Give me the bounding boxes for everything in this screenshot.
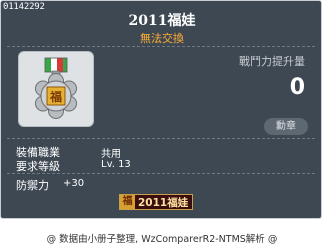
divider [7, 138, 315, 139]
item-icon-frame: 福 [18, 51, 94, 127]
defense-value: +30 [63, 178, 85, 189]
defense-label: 防禦力 [16, 179, 49, 192]
set-name-tag: 福 2011福娃 [119, 194, 194, 210]
combat-power-value: 0 [289, 75, 305, 100]
item-tooltip: 01142292 2011福娃 無法交換 福 戰鬥力提升量 0 勳章 裝備職業 … [0, 0, 322, 219]
divider [7, 46, 315, 47]
medal-icon: 福 [35, 57, 77, 119]
svg-text:福: 福 [49, 89, 62, 104]
combat-power-label: 戰鬥力提升量 [239, 55, 305, 68]
item-title: 2011福娃 [128, 13, 196, 29]
medal-button[interactable]: 勳章 [264, 118, 308, 135]
set-name: 2011福娃 [138, 196, 189, 209]
divider [7, 173, 315, 174]
level-label: 要求等級 [16, 160, 60, 173]
job-value: 共用 [101, 149, 121, 160]
level-value: Lv. 13 [101, 159, 131, 170]
set-icon: 福 [120, 195, 135, 209]
tradability-label: 無法交換 [140, 32, 184, 45]
footer-credit: @ 数据由小册子整理, WzComparerR2-NTMS解析 @ [46, 234, 278, 245]
